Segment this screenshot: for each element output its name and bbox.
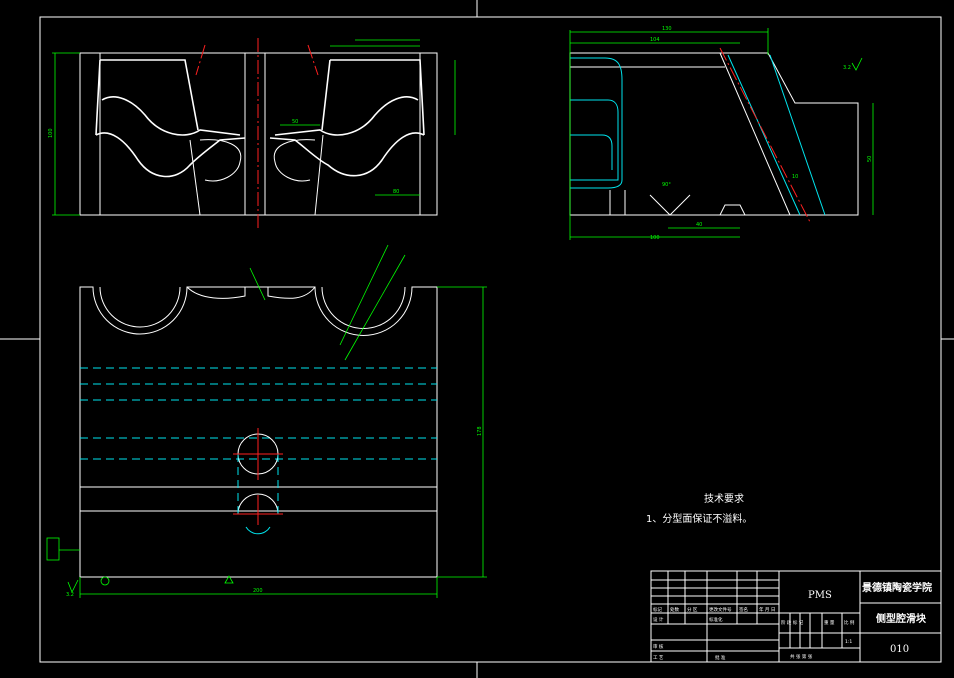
dim-side-bottom-width: 100	[650, 235, 660, 241]
dim-front-inner: 50	[292, 119, 298, 125]
dim-plan-width: 200	[253, 588, 263, 594]
scale-value: 1:1	[845, 639, 852, 645]
dim-side-overall-width: 130	[662, 26, 672, 32]
roughness-top-right: 3.2	[843, 65, 851, 71]
mark-circle-icon	[100, 576, 110, 586]
label-stage-marks: 阶 段 标 记	[781, 619, 804, 626]
label-date: 年 月 日	[759, 606, 775, 613]
label-review: 审 核	[653, 643, 664, 650]
roughness-bottom-left: 3.2	[66, 592, 74, 598]
dim-side-slot: 40	[696, 222, 702, 228]
label-design: 设 计	[653, 616, 664, 623]
roughness-symbol-icon	[851, 57, 863, 71]
label-signature: 签名	[739, 606, 748, 613]
dim-side-inner-width: 104	[650, 37, 660, 43]
dim-front-width: 80	[393, 189, 399, 195]
logo-text: PMS	[808, 590, 832, 601]
datum-box	[46, 537, 60, 561]
label-zone: 分 区	[687, 606, 698, 613]
label-standardize: 标准化	[709, 616, 723, 623]
tech-req-item-1: 1、分型面保证不溢料。	[646, 512, 752, 525]
label-change-doc: 更改文件号	[709, 606, 732, 613]
label-scale: 比 例	[844, 619, 855, 626]
title-block: PMS 景德镇陶瓷学院 侧型腔滑块 010 标记 处数 分 区 更改文件号 签名…	[650, 570, 942, 663]
label-mark: 标记	[653, 606, 662, 613]
front-view: 100 80 50	[48, 38, 456, 230]
technical-requirements: 技术要求 1、分型面保证不溢料。	[646, 492, 752, 525]
label-process: 工 艺	[653, 655, 664, 661]
plan-view: 200 178 3.2	[46, 244, 487, 598]
roughness-bottom-icon	[67, 579, 79, 593]
label-weight: 重 量	[824, 619, 835, 626]
label-sheets: 共 张 第 张	[790, 653, 813, 660]
sheet-frame	[0, 0, 954, 678]
drawing-sheet: 100 80 50 130 104 100 40 50 90° 10 3.2 2…	[0, 0, 954, 678]
label-count: 处数	[670, 606, 679, 613]
dim-plan-height: 178	[477, 426, 483, 436]
label-approve: 批 准	[715, 654, 726, 661]
dim-side-angle: 90°	[662, 182, 671, 188]
side-view: 130 104 100 40 50 90° 10 3.2	[569, 26, 874, 241]
dim-side-height: 50	[867, 156, 873, 162]
part-name: 侧型腔滑块	[876, 612, 927, 625]
dim-side-inclined: 10	[792, 174, 798, 180]
drawing-number: 010	[890, 644, 909, 655]
school-name: 景德镇陶瓷学院	[862, 581, 932, 594]
tech-req-heading: 技术要求	[704, 492, 744, 505]
dim-left-height: 100	[48, 128, 54, 138]
